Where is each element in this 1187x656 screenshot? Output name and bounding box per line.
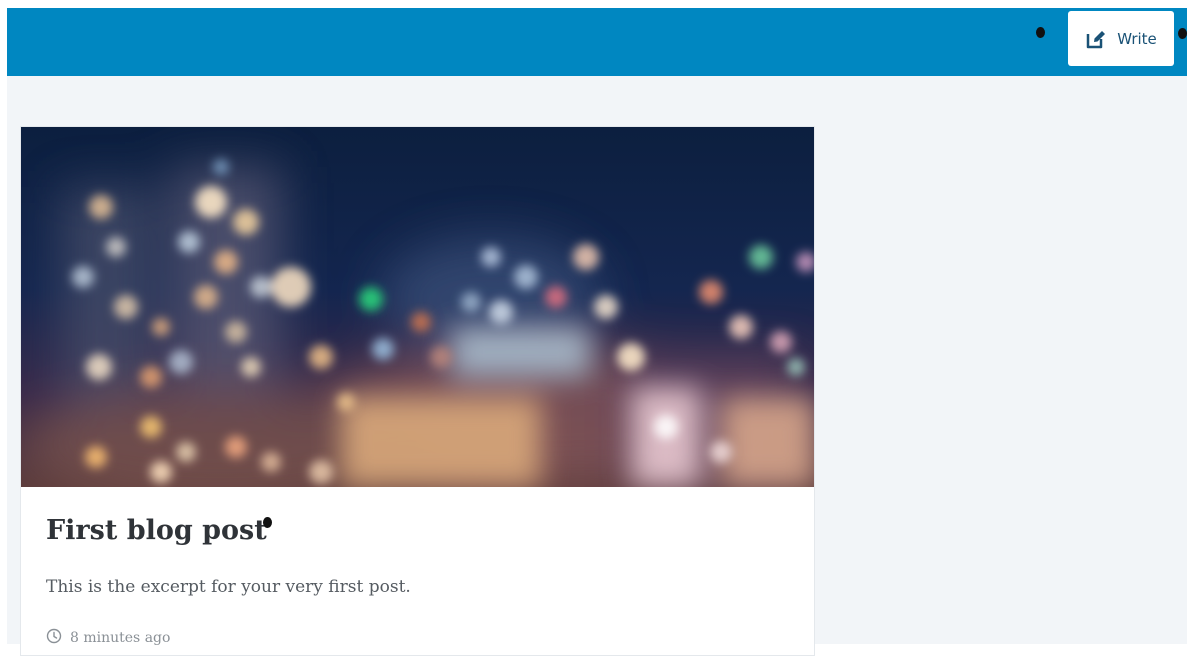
cursor-dot xyxy=(1178,28,1187,39)
clock-icon xyxy=(46,628,62,648)
write-button-label: Write xyxy=(1117,29,1157,48)
top-header-bar: Write xyxy=(7,8,1187,76)
edit-square-icon xyxy=(1085,28,1107,50)
blog-post-card[interactable]: First blog post This is the excerpt for … xyxy=(20,126,815,656)
write-button[interactable]: Write xyxy=(1068,11,1174,66)
post-title[interactable]: First blog post xyxy=(46,515,267,546)
cursor-dot xyxy=(263,517,272,528)
cursor-dot xyxy=(1036,27,1045,38)
post-excerpt: This is the excerpt for your very first … xyxy=(46,577,411,597)
post-cover-image xyxy=(21,127,814,487)
main-content: First blog post This is the excerpt for … xyxy=(7,76,1187,656)
post-meta: 8 minutes ago xyxy=(46,628,170,648)
